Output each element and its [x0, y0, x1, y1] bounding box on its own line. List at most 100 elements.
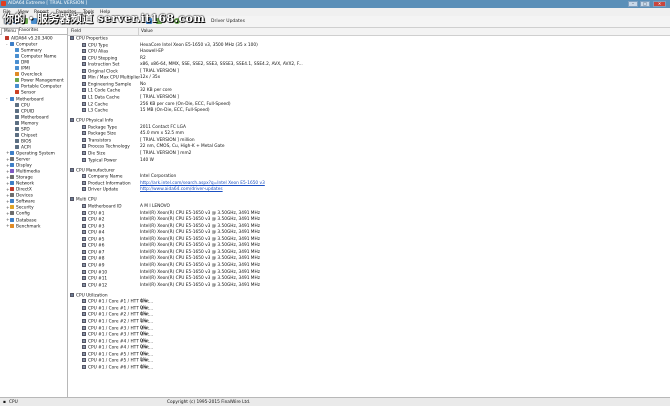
field-icon: [82, 49, 86, 54]
field-label: CPU #11: [88, 276, 108, 282]
field-label: CPU #9: [88, 263, 105, 269]
field-icon: [82, 243, 86, 248]
tree-node-icon: [10, 199, 14, 204]
column-value[interactable]: Value: [141, 29, 153, 34]
tree-node-icon: [10, 181, 14, 186]
field-label: Instruction Set: [88, 62, 120, 68]
title-bar: AIDA64 Extreme [ TRIAL VERSION ] – □ ✕: [0, 0, 670, 8]
list-item[interactable]: Driver Update http://www.aida64.com/drive…: [68, 187, 670, 194]
field-icon: [82, 101, 86, 106]
section-icon: [70, 197, 74, 202]
field-icon: [82, 108, 86, 113]
window-title: AIDA64 Extreme [ TRIAL VERSION ]: [8, 1, 88, 6]
field-icon: [82, 124, 86, 129]
field-label: Driver Update: [88, 187, 119, 193]
watermark: 你的・服务器频道 server.it168.com: [3, 12, 206, 25]
field-icon: [82, 210, 86, 215]
tree-node-icon: [15, 60, 19, 65]
tree-node-icon: [10, 223, 14, 228]
field-label: CPU Physical Info: [76, 118, 114, 124]
tree-node-icon: [10, 175, 14, 180]
field-label: Typical Power: [88, 158, 117, 163]
field-icon: [82, 217, 86, 222]
field-icon: [82, 318, 86, 323]
tree-node-icon: [15, 120, 19, 125]
field-icon: [82, 276, 86, 281]
list-item[interactable]: CPU #1 / Core #6 / HTT Unit... 4%: [68, 364, 670, 372]
field-label: CPU Type: [88, 43, 108, 49]
status-left: CPU: [9, 399, 18, 405]
tree-node-icon: [5, 36, 9, 40]
tree-item-label: Overclock: [21, 72, 43, 78]
tree-node-icon: [15, 90, 19, 95]
tree-item-label: Motherboard: [21, 115, 49, 121]
tree-node-icon: [10, 187, 14, 192]
value-link[interactable]: http://www.aida64.com/driver-updates: [140, 187, 223, 194]
field-label: Company Name: [88, 174, 123, 180]
field-icon: [82, 312, 86, 317]
field-icon: [82, 68, 86, 73]
field-icon: [82, 282, 86, 287]
navigation-pane: Menu Favorites AIDA64 v5.20.3400- Compute…: [0, 28, 68, 397]
field-label: L1 Code Cache: [88, 88, 121, 94]
maximize-button[interactable]: □: [640, 1, 650, 7]
tree-item-label: Benchmark: [16, 224, 41, 230]
expand-toggle[interactable]: +: [6, 224, 10, 230]
field-icon: [82, 299, 86, 304]
tree-node-icon: [15, 84, 19, 89]
tree-item-label: Summary: [21, 48, 42, 54]
expand-toggle[interactable]: -: [6, 97, 9, 103]
tree-item-label: Operating System: [16, 151, 55, 157]
section-icon: [70, 292, 74, 297]
field-label: Original Clock: [88, 69, 118, 75]
column-field[interactable]: Field: [71, 29, 81, 34]
field-label: CPU #7: [88, 250, 105, 256]
tree-item-label: Network: [16, 181, 34, 187]
field-icon: [82, 94, 86, 99]
tab-favorites[interactable]: Favorites: [17, 28, 40, 34]
field-icon: [82, 345, 86, 350]
field-label: CPU #3: [88, 224, 105, 230]
list-item[interactable]: CPU #12 Intel(R) Xeon(R) CPU E5-1650 v3 @…: [68, 282, 670, 290]
tree-item-label: CPU: [21, 103, 30, 109]
tree-item[interactable]: + Benchmark: [6, 223, 41, 230]
tree-node-icon: [15, 54, 19, 59]
field-icon: [82, 137, 86, 142]
section-icon: [70, 36, 74, 40]
tree-item-label: SPD: [21, 127, 30, 133]
tree-node-icon: [15, 138, 19, 143]
list-item[interactable]: L3 Cache 15 MB (On-Die, ECC, Full-Speed): [68, 108, 670, 115]
close-button[interactable]: ✕: [653, 1, 666, 7]
tree-item-label: DMI: [21, 60, 30, 66]
driver-updates-button[interactable]: Driver Updates: [211, 19, 245, 24]
field-icon: [82, 236, 86, 241]
field-label: CPU #10: [88, 270, 108, 275]
field-icon: [82, 144, 86, 149]
field-label: CPU #6: [88, 243, 105, 249]
field-label: Product Information: [88, 181, 131, 187]
field-label: Die Size: [88, 151, 106, 157]
tree-item-label: Power Management: [21, 78, 64, 84]
field-icon: [82, 325, 86, 330]
tree-node-icon: [10, 211, 14, 216]
field-icon: [82, 305, 86, 310]
minimize-button[interactable]: –: [628, 1, 638, 7]
tree-node-icon: [15, 78, 19, 83]
section-icon: [70, 167, 74, 172]
tree-item-label: Sensor: [21, 90, 36, 96]
column-divider[interactable]: [138, 28, 139, 35]
field-icon: [82, 262, 86, 267]
field-icon: [82, 81, 86, 86]
field-label: CPU #8: [88, 256, 105, 262]
tree-node-icon: [10, 169, 14, 174]
tree-item-label: DirectX: [16, 187, 32, 193]
tree-node-icon: [15, 132, 19, 137]
nav-tabs: Menu Favorites: [0, 28, 67, 35]
field-label: Process Technology: [88, 144, 130, 150]
field-label: L3 Cache: [88, 108, 108, 114]
tree-node-icon: [10, 163, 14, 168]
list-item[interactable]: Typical Power 140 W: [68, 157, 670, 165]
expand-toggle[interactable]: -: [6, 43, 9, 49]
field-label: L1 Data Cache: [88, 95, 120, 101]
value-cell: Intel(R) Xeon(R) CPU E5-1650 v3 @ 3.50GH…: [140, 282, 260, 288]
